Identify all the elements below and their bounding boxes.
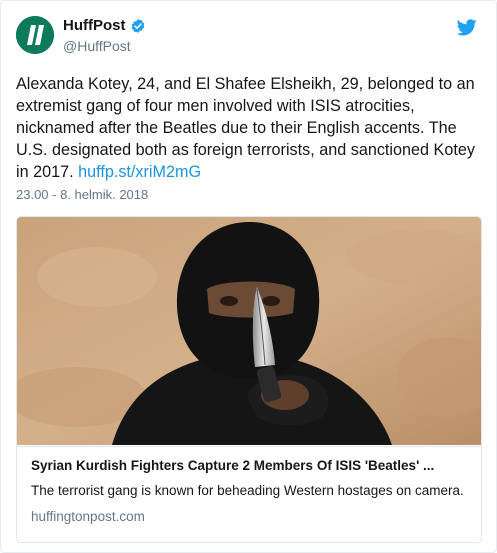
link-preview-card[interactable]: Syrian Kurdish Fighters Capture 2 Member…: [16, 216, 482, 543]
author-handle[interactable]: @HuffPost: [63, 38, 131, 54]
twitter-bird-icon[interactable]: [456, 19, 477, 36]
tweet-container: HuffPost @HuffPost Alexanda Kotey, 24, a…: [0, 0, 497, 553]
display-name[interactable]: HuffPost: [63, 17, 126, 34]
tweet-timestamp[interactable]: 23.00 - 8. helmik. 2018: [16, 187, 148, 202]
author-name-row[interactable]: HuffPost: [63, 17, 146, 34]
huffpost-logo: [16, 16, 54, 54]
avatar[interactable]: [16, 16, 54, 54]
tweet-link[interactable]: huffp.st/xriM2mG: [78, 163, 201, 181]
tweet-text: Alexanda Kotey, 24, and El Shafee Elshei…: [16, 73, 484, 183]
card-body[interactable]: Syrian Kurdish Fighters Capture 2 Member…: [17, 446, 481, 542]
card-description: The terrorist gang is known for beheadin…: [31, 483, 464, 498]
card-domain: huffingtonpost.com: [31, 509, 145, 524]
verified-badge-icon: [130, 18, 146, 34]
card-image[interactable]: [17, 217, 481, 445]
card-title[interactable]: Syrian Kurdish Fighters Capture 2 Member…: [31, 457, 467, 475]
